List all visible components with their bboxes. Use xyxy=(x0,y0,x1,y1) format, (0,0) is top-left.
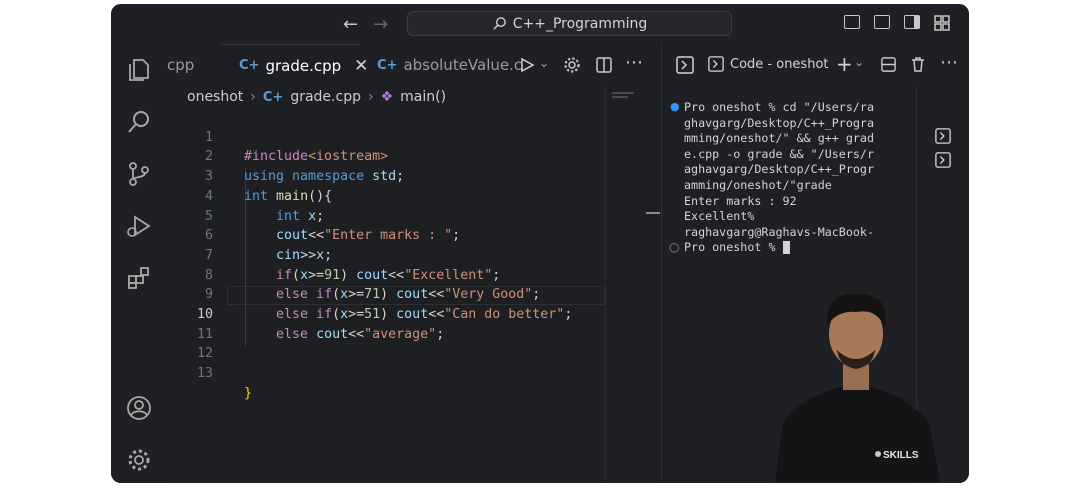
breadcrumb-file[interactable]: grade.cpp xyxy=(290,89,361,105)
toggle-sidebar-icon[interactable] xyxy=(844,15,860,29)
run-debug-icon[interactable] xyxy=(125,212,153,240)
command-success-dot-icon: ● xyxy=(670,100,680,113)
back-arrow-icon[interactable]: ← xyxy=(343,14,358,35)
terminal-cursor xyxy=(782,241,790,255)
chevron-right-icon: › xyxy=(367,89,374,105)
terminal-line: ghavgarg/Desktop/C++_Progra xyxy=(684,115,874,130)
code-line: 8 else if(x>=71) cout<<"Very Good"; xyxy=(167,246,605,303)
cpp-file-icon: C+ xyxy=(262,89,284,105)
tab-grade-cpp[interactable]: C+ grade.cpp ✕ xyxy=(221,44,368,86)
toggle-secondary-sidebar-icon[interactable] xyxy=(904,15,920,29)
command-center-label: C++_Programming xyxy=(512,15,648,32)
code-line: 6 cin>>x; xyxy=(167,207,605,263)
tab-label: absoluteValue.c xyxy=(403,56,523,74)
tab-absolute-value[interactable]: C+ absoluteValue.c xyxy=(377,44,527,86)
activity-bar xyxy=(111,44,167,483)
shirt-logo-text: SKILLS xyxy=(883,450,919,461)
minimap-line xyxy=(612,96,628,98)
code-line: 5 cout<<"Enter marks : "; xyxy=(167,187,605,244)
terminal-icon[interactable] xyxy=(676,56,694,74)
terminal-output[interactable]: Pro oneshot % cd "/Users/ra ghavgarg/Desk… xyxy=(684,100,924,256)
terminal-line: mming/oneshot/" && g++ grad xyxy=(684,131,874,146)
breadcrumb-symbol[interactable]: main() xyxy=(400,89,446,105)
terminal-line: Pro oneshot % cd "/Users/ra xyxy=(684,100,874,114)
code-line: 1 #include<iostream> xyxy=(167,108,605,165)
minimap[interactable] xyxy=(605,86,662,483)
chevron-down-icon[interactable]: ⌄ xyxy=(854,55,864,69)
code-line: 13 } xyxy=(167,344,605,401)
webcam-overlay: SKILLS xyxy=(765,282,945,482)
terminal-icon xyxy=(708,56,724,72)
code-line: 9 else if(x>=51) cout<<"Can do better"; xyxy=(167,266,605,322)
settings-gear-icon[interactable] xyxy=(125,446,153,474)
command-pending-dot-icon: ○ xyxy=(669,240,680,254)
close-icon[interactable]: ✕ xyxy=(354,56,368,76)
code-editor[interactable]: 1 #include<iostream> 2 using namespace s… xyxy=(167,108,605,483)
chevron-right-icon: › xyxy=(250,89,256,105)
breadcrumb-folder[interactable]: oneshot xyxy=(187,89,243,105)
terminal-icon[interactable] xyxy=(935,152,951,168)
tab-label: grade.cpp xyxy=(265,56,342,75)
code-line: 4 int x; xyxy=(167,167,605,224)
extensions-icon[interactable] xyxy=(125,264,153,292)
split-terminal-icon[interactable] xyxy=(880,56,897,73)
code-line: 7 if(x>=91) cout<<"Excellent"; xyxy=(167,226,605,283)
terminal-line: e.cpp -o grade && "/Users/r xyxy=(684,146,874,161)
account-icon[interactable] xyxy=(125,394,153,422)
customize-layout-icon[interactable] xyxy=(933,14,951,32)
trash-icon[interactable] xyxy=(910,56,926,73)
code-line: 11 xyxy=(167,305,605,342)
terminal-line: raghavgarg@Raghavs-MacBook- xyxy=(684,224,874,239)
toggle-panel-icon[interactable] xyxy=(874,15,890,29)
gear-icon[interactable] xyxy=(563,56,581,74)
title-bar: ← → C++_Programming xyxy=(111,4,969,44)
terminal-line: Enter marks : 92 xyxy=(684,193,797,208)
terminal-icon[interactable] xyxy=(935,128,951,144)
terminal-line: amming/oneshot/"grade xyxy=(684,177,832,192)
run-icon[interactable] xyxy=(519,57,535,73)
terminal-line: Excellent% xyxy=(684,209,755,224)
line-number: 13 xyxy=(196,366,213,382)
panel-header: Code - oneshot + ⌄ ⋯ xyxy=(662,44,969,86)
symbol-method-icon: ❖ xyxy=(380,89,394,105)
search-icon[interactable] xyxy=(125,108,153,136)
split-editor-icon[interactable] xyxy=(595,56,613,74)
minimap-line xyxy=(612,92,634,94)
code-line: 12 xyxy=(167,325,605,361)
breadcrumb: oneshot › C+ grade.cpp › ❖ main() xyxy=(167,86,661,108)
forward-arrow-icon[interactable]: → xyxy=(373,14,388,35)
code-line: 2 using namespace std; xyxy=(167,128,605,184)
tab-cpp[interactable]: cpp xyxy=(167,44,221,86)
command-center[interactable]: C++_Programming xyxy=(407,11,732,36)
new-terminal-icon[interactable]: + xyxy=(836,52,853,76)
cpp-file-icon: C+ xyxy=(377,57,398,73)
terminal-title[interactable]: Code - oneshot xyxy=(730,57,829,72)
explorer-icon[interactable] xyxy=(125,56,153,84)
code-line: 10 else cout<<"average"; xyxy=(167,285,605,342)
source-control-icon[interactable] xyxy=(125,160,153,188)
chevron-down-icon[interactable]: ⌄ xyxy=(539,56,549,70)
more-actions-icon[interactable]: ⋯ xyxy=(940,52,958,73)
code-line: 3 int main(){ xyxy=(167,147,605,204)
cpp-file-icon: C+ xyxy=(239,58,260,73)
terminal-line: Pro oneshot % xyxy=(684,240,783,255)
editor-tabs: cpp C+ grade.cpp ✕ C+ absoluteValue.c ⌄ … xyxy=(167,44,661,86)
terminal-line: aghavgarg/Desktop/C++_Progr xyxy=(684,162,874,177)
tab-label: cpp xyxy=(167,56,195,74)
more-actions-icon[interactable]: ⋯ xyxy=(625,52,643,73)
search-icon xyxy=(493,17,506,30)
scroll-indicator xyxy=(646,212,660,214)
